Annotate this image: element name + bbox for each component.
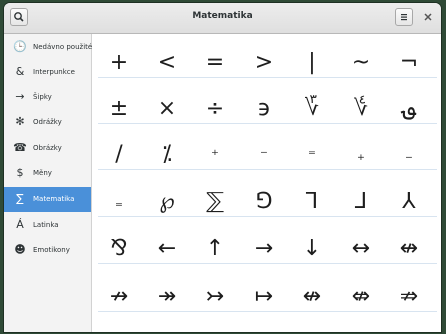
- sidebar-item-pictures[interactable]: ☎ Obrázky: [4, 136, 91, 161]
- sidebar-item-label: Šipky: [33, 93, 52, 101]
- window-title: Matematika: [192, 11, 253, 21]
- character-cell[interactable]: +: [97, 43, 141, 83]
- sidebar-item-arrows[interactable]: → Šipky: [4, 85, 91, 110]
- sidebar-item-punctuation[interactable]: & Interpunkce: [4, 60, 91, 85]
- character-cell[interactable]: ⅄: [387, 182, 431, 222]
- character-cell[interactable]: >: [242, 43, 286, 83]
- character-cell[interactable]: ±: [97, 89, 141, 129]
- latin-icon: Á: [16, 218, 24, 231]
- character-cell[interactable]: ϶: [242, 89, 286, 129]
- character-cell[interactable]: <: [145, 43, 189, 83]
- character-cell[interactable]: →: [242, 229, 286, 269]
- sidebar-item-label: Emotikony: [33, 246, 70, 254]
- sidebar-item-math[interactable]: ∑ Matematika: [4, 187, 91, 212]
- character-cell[interactable]: ÷: [193, 89, 237, 129]
- character-cell[interactable]: ↔: [339, 229, 383, 269]
- currency-icon: $: [16, 166, 24, 179]
- sidebar-item-recent[interactable]: 🕒 Nedávno použité: [4, 35, 93, 60]
- sidebar-item-label: Měny: [33, 169, 52, 177]
- character-cell[interactable]: ↣: [193, 277, 237, 317]
- character-cell[interactable]: ℘: [145, 182, 189, 222]
- arrows-icon: →: [15, 90, 25, 103]
- header-bar: Matematika: [4, 3, 441, 34]
- character-cell[interactable]: ¬: [387, 43, 431, 83]
- sidebar-item-label: Latinka: [33, 221, 59, 229]
- character-cell[interactable]: ₌: [97, 182, 141, 222]
- sidebar-item-bullets[interactable]: ✻ Odrážky: [4, 110, 91, 135]
- character-cell[interactable]: ↦: [242, 277, 286, 317]
- sidebar-item-label: Interpunkce: [33, 68, 75, 76]
- character-cell[interactable]: ↮: [387, 229, 431, 269]
- character-cell[interactable]: ₊: [339, 135, 383, 175]
- character-cell[interactable]: ₋: [387, 135, 431, 175]
- character-cell[interactable]: |: [290, 43, 334, 83]
- character-cell[interactable]: ؈: [387, 89, 431, 129]
- character-cell[interactable]: ×: [145, 89, 189, 129]
- sidebar-item-label: Odrážky: [33, 118, 62, 126]
- punctuation-icon: &: [15, 65, 25, 78]
- hamburger-menu-icon: [401, 14, 407, 21]
- sidebar-item-label: Obrázky: [33, 144, 62, 152]
- category-sidebar: 🕒 Nedávno použité & Interpunkce → Šipky ✻ Odráž…: [4, 34, 92, 332]
- character-cell[interactable]: ⅁: [242, 182, 286, 222]
- character-cell[interactable]: ؇: [339, 89, 383, 129]
- sidebar-item-emoticons[interactable]: ☻ Emotikony: [4, 238, 91, 263]
- character-cell[interactable]: ~: [339, 43, 383, 83]
- menu-button[interactable]: [395, 8, 413, 26]
- character-cell[interactable]: ⅀: [193, 182, 237, 222]
- character-cell[interactable]: ↓: [290, 229, 334, 269]
- pictures-icon: ☎: [13, 141, 27, 154]
- character-cell[interactable]: ↛: [97, 277, 141, 317]
- emoticons-icon: ☻: [14, 243, 26, 256]
- recent-icon: 🕒: [13, 40, 27, 53]
- close-icon: [424, 13, 432, 21]
- math-icon: ∑: [16, 192, 24, 205]
- character-cell[interactable]: ⁻: [242, 135, 286, 175]
- character-cell[interactable]: ⅋: [97, 229, 141, 269]
- character-cell[interactable]: ⁒: [145, 135, 189, 175]
- character-cell[interactable]: =: [193, 43, 237, 83]
- close-button[interactable]: [419, 8, 437, 26]
- character-cell[interactable]: ⁺: [193, 135, 237, 175]
- character-cell[interactable]: ⅃: [339, 182, 383, 222]
- character-cell[interactable]: ⇎: [339, 277, 383, 317]
- character-cell[interactable]: ⇏: [387, 277, 431, 317]
- character-cell[interactable]: ؆: [290, 89, 334, 129]
- sidebar-item-label: Nedávno použité: [33, 43, 93, 51]
- character-cell[interactable]: /: [97, 135, 141, 175]
- character-cell[interactable]: ⁼: [290, 135, 334, 175]
- bullets-icon: ✻: [15, 115, 25, 128]
- character-cell[interactable]: ↮: [290, 277, 334, 317]
- character-cell[interactable]: ↑: [193, 229, 237, 269]
- sidebar-item-label: Matematika: [33, 195, 75, 203]
- character-cell[interactable]: ⅂: [290, 182, 334, 222]
- character-cell[interactable]: ↠: [145, 277, 189, 317]
- character-map-window: Matematika 🕒 Nedávno použité & Interpunkce →…: [4, 3, 441, 332]
- character-cell[interactable]: ←: [145, 229, 189, 269]
- sidebar-item-latin[interactable]: Á Latinka: [4, 213, 91, 238]
- character-grid: + < = > | ~ ¬ ± × ÷ ϶ ؆ ؇ ؈ / ⁒ ⁺ ⁻ ⁼ ₊ ₋ ₌ ℘ ⅀ ⅁ ⅂ ⅃ ⅄ ⅋ ← ↑ → ↓ ↔ ↮ ↛ ↠ ↣ ↦ ↮…: [92, 34, 441, 332]
- sidebar-item-currency[interactable]: $ Měny: [4, 161, 91, 186]
